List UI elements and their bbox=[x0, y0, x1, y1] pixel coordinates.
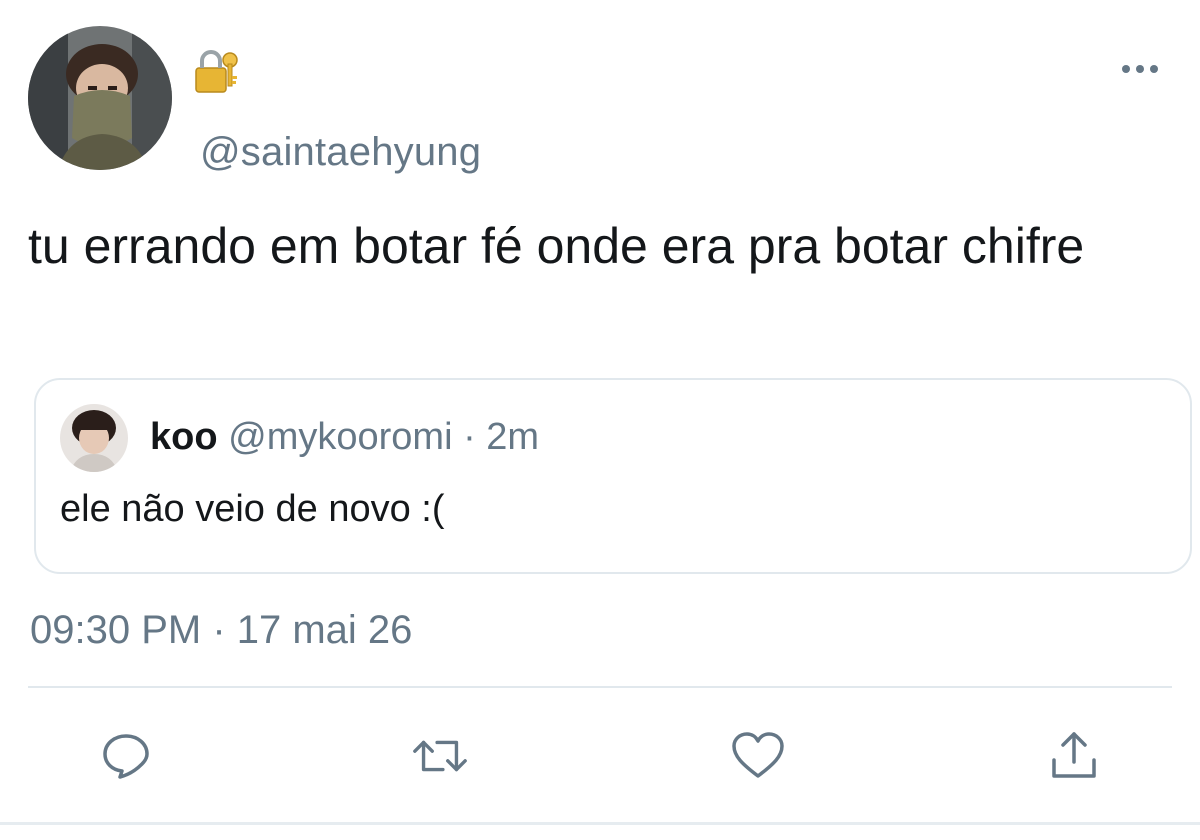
author-handle[interactable]: @saintaehyung bbox=[200, 128, 481, 176]
quoted-tweet-header: koo @mykooromi · 2m bbox=[150, 414, 539, 460]
tweet-text: tu errando em botar fé onde era pra bota… bbox=[28, 218, 1085, 274]
quoted-author-name[interactable]: koo bbox=[150, 416, 218, 458]
heart-icon bbox=[732, 732, 784, 778]
like-button[interactable] bbox=[728, 728, 788, 784]
share-icon bbox=[1052, 732, 1096, 778]
quoted-author-handle[interactable]: @mykooromi bbox=[228, 416, 452, 458]
lock-icon bbox=[194, 50, 242, 96]
more-icon[interactable] bbox=[1118, 56, 1162, 82]
quoted-tweet-time: 2m bbox=[486, 416, 540, 458]
avatar-photo bbox=[28, 26, 172, 170]
quoted-tweet-text: ele não veio de novo :( bbox=[60, 488, 445, 530]
divider bbox=[28, 686, 1172, 688]
quoted-author-avatar bbox=[60, 404, 128, 472]
retweet-icon bbox=[413, 740, 467, 772]
tweet-timestamp[interactable]: 09:30 PM · 17 mai 26 bbox=[30, 606, 412, 654]
quoted-tweet-card[interactable]: koo @mykooromi · 2m ele não veio de novo… bbox=[34, 378, 1192, 574]
share-button[interactable] bbox=[1044, 728, 1104, 784]
bottom-divider bbox=[0, 822, 1200, 825]
reply-button[interactable] bbox=[96, 728, 156, 784]
retweet-button[interactable] bbox=[410, 728, 470, 784]
author-avatar[interactable] bbox=[28, 26, 172, 170]
quoted-separator: · bbox=[463, 416, 476, 458]
reply-icon bbox=[103, 734, 149, 779]
